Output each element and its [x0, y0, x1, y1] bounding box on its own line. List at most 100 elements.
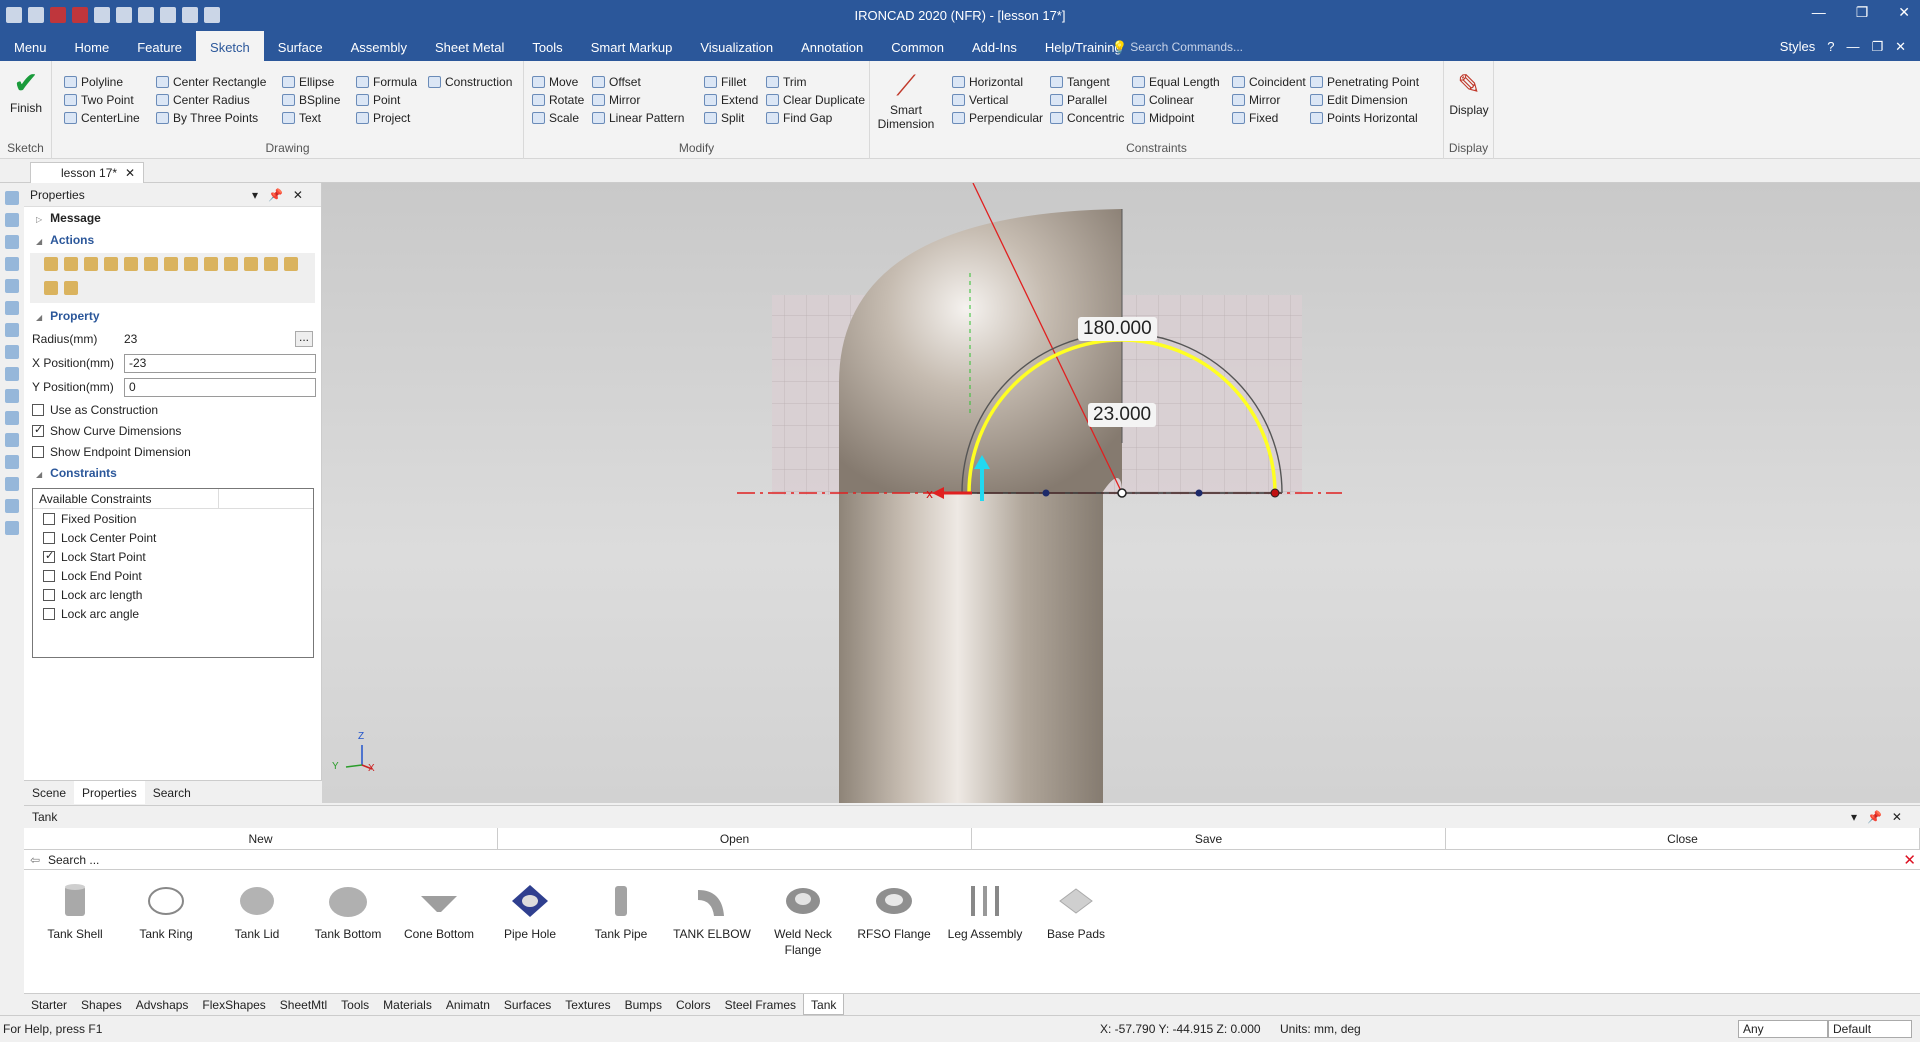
two-point-button[interactable]: Two Point	[64, 91, 134, 109]
y-position-input[interactable]: 0	[124, 377, 316, 397]
find-gap-button[interactable]: Find Gap	[766, 109, 832, 127]
bspline-button[interactable]: BSpline	[282, 91, 340, 109]
message-section[interactable]: ▷ Message	[24, 207, 321, 229]
tab-annotation[interactable]: Annotation	[787, 31, 877, 61]
text-button[interactable]: Text	[282, 109, 321, 127]
tab-sketch[interactable]: Sketch	[196, 31, 264, 61]
back-arrow-icon[interactable]: ⇦	[30, 850, 40, 870]
action-icon[interactable]	[224, 257, 238, 271]
tab-feature[interactable]: Feature	[123, 31, 196, 61]
tool-icon[interactable]	[5, 301, 19, 315]
action-icon[interactable]	[44, 257, 58, 271]
action-icon[interactable]	[264, 257, 278, 271]
catalog-tab-colors[interactable]: Colors	[669, 994, 718, 1015]
perpendicular-button[interactable]: Perpendicular	[952, 109, 1043, 127]
tab-tools[interactable]: Tools	[518, 31, 576, 61]
radius-value[interactable]: 23	[124, 332, 284, 346]
tool-icon[interactable]	[5, 279, 19, 293]
catalog-item-tank-lid[interactable]: Tank Lid	[212, 876, 302, 942]
checkbox-box[interactable]	[32, 423, 44, 437]
offset-button[interactable]: Offset	[592, 73, 641, 91]
tool-icon[interactable]	[5, 455, 19, 469]
colinear-button[interactable]: Colinear	[1132, 91, 1194, 109]
panel-tab-search[interactable]: Search	[145, 781, 199, 804]
coincident-button[interactable]: Coincident	[1232, 73, 1306, 91]
catalog-tab-flexshapes[interactable]: FlexShapes	[195, 994, 272, 1015]
open-catalog-button[interactable]: Open	[498, 828, 972, 849]
catalog-item-leg-assembly[interactable]: Leg Assembly	[940, 876, 1030, 942]
catalog-item-tank-shell[interactable]: Tank Shell	[30, 876, 120, 942]
formula-button[interactable]: Formula	[356, 73, 417, 91]
checkbox-box[interactable]	[43, 512, 55, 525]
catalog-item-tank-bottom[interactable]: Tank Bottom	[303, 876, 393, 942]
scale-button[interactable]: Scale	[532, 109, 579, 127]
mirror-button[interactable]: Mirror	[592, 91, 640, 109]
catalog-tab-starter[interactable]: Starter	[24, 994, 74, 1015]
show-curve-dimensions-checkbox[interactable]: Show Curve Dimensions	[24, 420, 321, 441]
tool-icon[interactable]	[5, 345, 19, 359]
fillet-button[interactable]: Fillet	[704, 73, 746, 91]
action-icon[interactable]	[64, 281, 78, 295]
help-icon[interactable]: ?	[1827, 39, 1834, 55]
move-button[interactable]: Move	[532, 73, 578, 91]
checkbox-box[interactable]	[43, 549, 55, 563]
close-icon[interactable]: ✕	[1898, 4, 1910, 21]
catalog-tab-sheetmtl[interactable]: SheetMtl	[273, 994, 334, 1015]
checkbox-box[interactable]	[43, 531, 55, 544]
tool-icon[interactable]	[5, 411, 19, 425]
minimize-icon[interactable]: —	[1812, 4, 1826, 21]
action-icon[interactable]	[124, 257, 138, 271]
checkbox-box[interactable]	[43, 569, 55, 582]
use-as-construction-checkbox[interactable]: Use as Construction	[24, 399, 321, 420]
catalog-search-input[interactable]: ⇦ Search ... ✕	[24, 850, 1920, 870]
action-icon[interactable]	[184, 257, 198, 271]
rotate-button[interactable]: Rotate	[532, 91, 584, 109]
more-button[interactable]: ...	[295, 331, 313, 347]
catalog-tab-tank[interactable]: Tank	[803, 994, 845, 1015]
selection-filter-select[interactable]: Any	[1738, 1020, 1828, 1038]
catalog-item-cone-bottom[interactable]: Cone Bottom	[394, 876, 484, 942]
midpoint-button[interactable]: Midpoint	[1132, 109, 1194, 127]
new-catalog-button[interactable]: New	[24, 828, 498, 849]
tangent-button[interactable]: Tangent	[1050, 73, 1110, 91]
catalog-tab-shapes[interactable]: Shapes	[74, 994, 129, 1015]
ribbon-restore-icon[interactable]: ❐	[1871, 39, 1883, 55]
catalog-item-tank-ring[interactable]: Tank Ring	[121, 876, 211, 942]
ellipse-button[interactable]: Ellipse	[282, 73, 334, 91]
panel-tab-scene[interactable]: Scene	[24, 781, 74, 804]
action-icon[interactable]	[284, 257, 298, 271]
smart-dimension-button[interactable]: ⟋ Smart Dimension	[876, 69, 936, 131]
actions-section[interactable]: ◢ Actions	[24, 229, 321, 251]
ribbon-close-icon[interactable]: ✕	[1895, 39, 1906, 55]
clear-search-icon[interactable]: ✕	[1903, 851, 1916, 871]
catalog-tab-bumps[interactable]: Bumps	[618, 994, 669, 1015]
fixed-position-checkbox[interactable]: Fixed Position	[33, 509, 313, 528]
fixed-button[interactable]: Fixed	[1232, 109, 1278, 127]
radius-dimension[interactable]: 23.000	[1088, 403, 1157, 427]
tool-icon[interactable]	[5, 323, 19, 337]
save-catalog-button[interactable]: Save	[972, 828, 1446, 849]
show-endpoint-dimension-checkbox[interactable]: Show Endpoint Dimension	[24, 441, 321, 462]
construction-button[interactable]: Construction	[428, 73, 512, 91]
action-icon[interactable]	[64, 257, 78, 271]
mirror-button[interactable]: Mirror	[1232, 91, 1280, 109]
polyline-button[interactable]: Polyline	[64, 73, 123, 91]
points-horizontal-button[interactable]: Points Horizontal	[1310, 109, 1418, 127]
parallel-button[interactable]: Parallel	[1050, 91, 1107, 109]
catalog-item-pipe-hole[interactable]: Pipe Hole	[485, 876, 575, 942]
catalog-tab-advshaps[interactable]: Advshaps	[129, 994, 196, 1015]
tool-icon[interactable]	[5, 191, 19, 205]
catalog-item-base-pads[interactable]: Base Pads	[1031, 876, 1121, 942]
styles-menu[interactable]: Styles	[1780, 39, 1815, 55]
point-button[interactable]: Point	[356, 91, 400, 109]
constraints-section[interactable]: ◢ Constraints	[24, 462, 321, 484]
center-radius-button[interactable]: Center Radius	[156, 91, 250, 109]
3d-viewport[interactable]: x 180.000 23.000 Z Y X	[322, 183, 1920, 803]
tool-icon[interactable]	[5, 213, 19, 227]
tab-add-ins[interactable]: Add-Ins	[958, 31, 1031, 61]
penetrating-point-button[interactable]: Penetrating Point	[1310, 73, 1419, 91]
checkbox-box[interactable]	[32, 445, 44, 458]
lock-start-point-checkbox[interactable]: Lock Start Point	[33, 547, 313, 566]
window-controls[interactable]: — ❐ ✕	[1812, 4, 1910, 21]
tool-icon[interactable]	[5, 367, 19, 381]
